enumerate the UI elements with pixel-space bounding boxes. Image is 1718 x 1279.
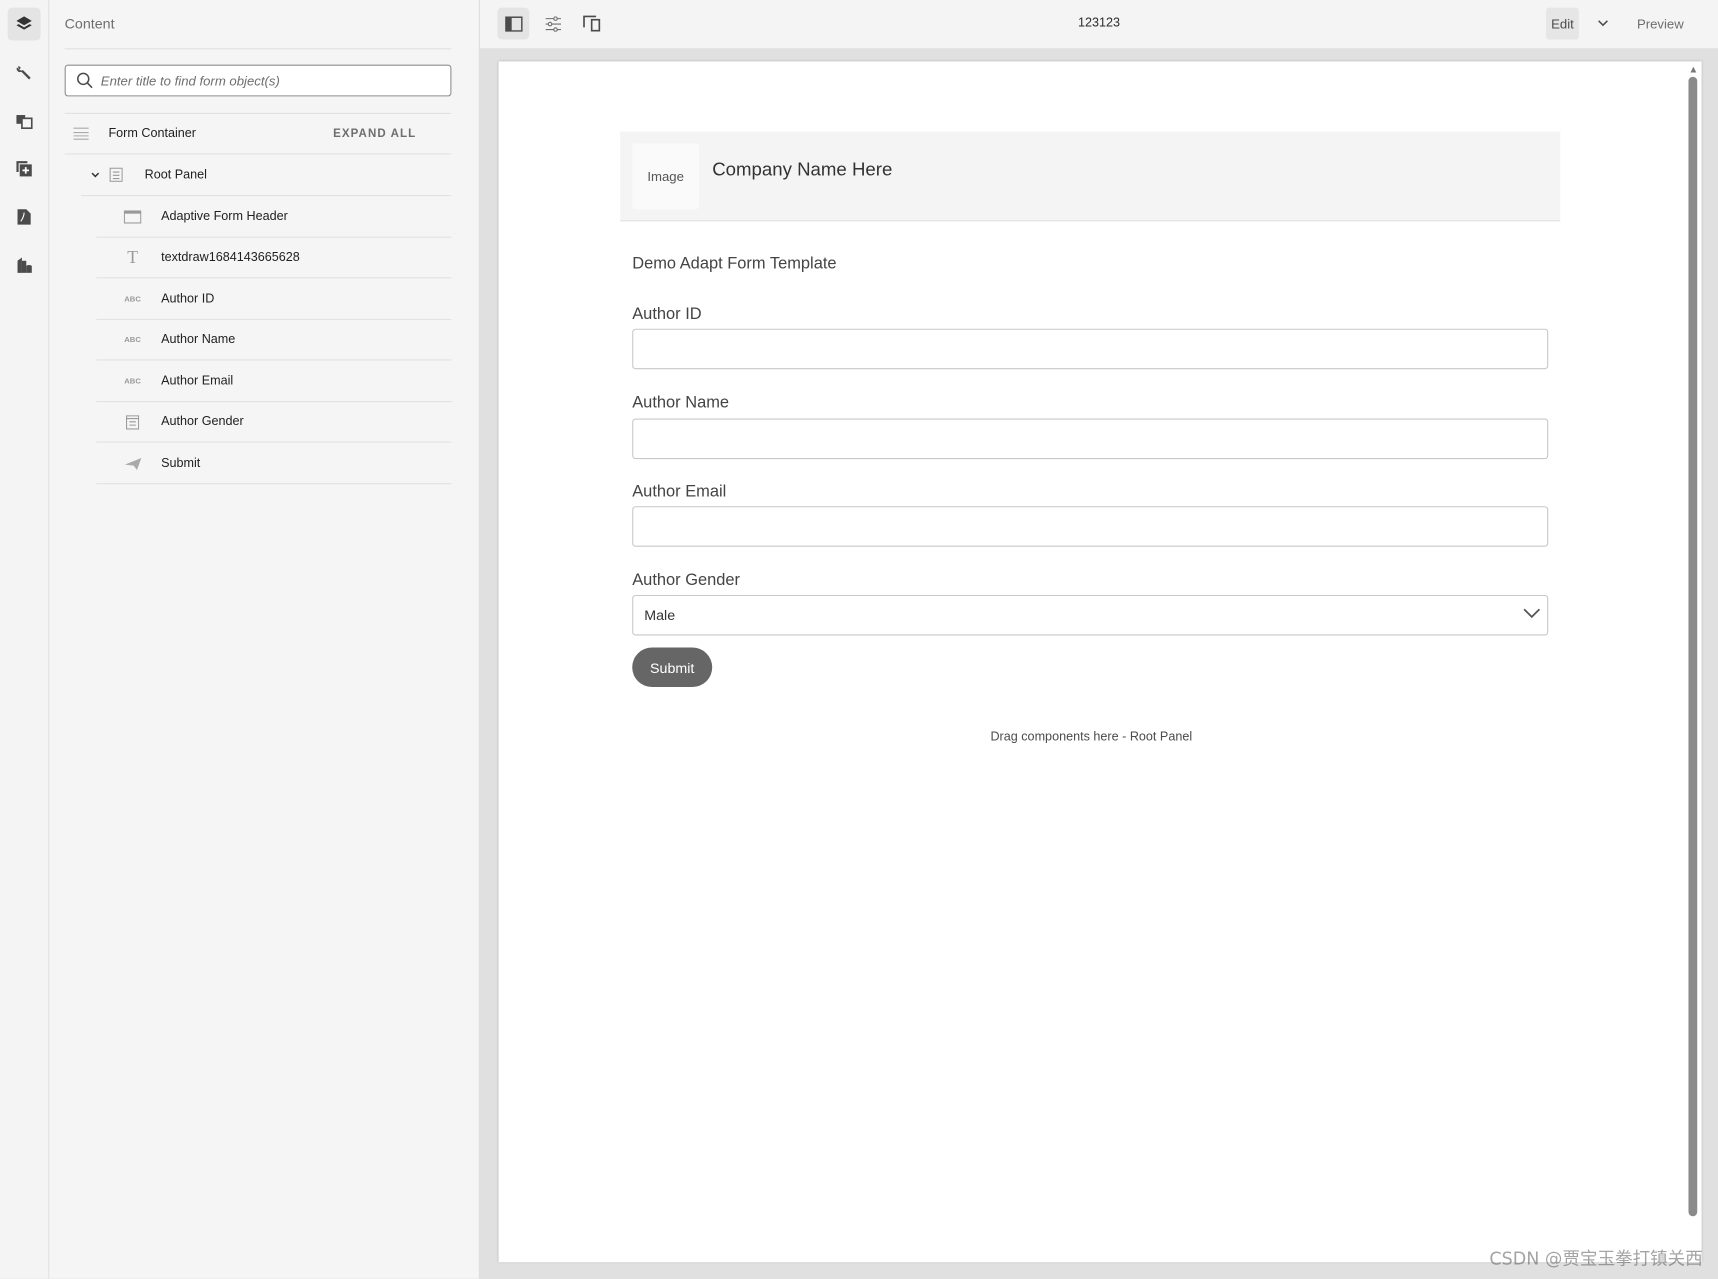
tree-item-label: Adaptive Form Header: [161, 209, 288, 223]
data-sources-button[interactable]: [8, 249, 41, 282]
send-icon: [123, 456, 143, 471]
image-placeholder-label: Image: [647, 168, 684, 185]
author-name-label: Author Name: [632, 393, 730, 412]
abc-icon: ABC: [124, 336, 141, 345]
selected-value: Male: [644, 607, 676, 624]
pdf-button[interactable]: [8, 201, 41, 234]
tree-item[interactable]: Author Gender: [96, 402, 451, 443]
submit-button[interactable]: Submit: [632, 647, 713, 688]
search-input[interactable]: [100, 65, 430, 96]
drop-zone-hint[interactable]: Drag components here - Root Panel: [499, 731, 1685, 744]
header-icon: [123, 209, 143, 224]
tree-item-label: Author Name: [161, 333, 236, 347]
divider: [64, 48, 452, 50]
panel-icon: [109, 167, 123, 182]
company-name: Company Name Here: [712, 158, 893, 180]
tree-item-label: Submit: [161, 456, 201, 470]
content-panel: Content Form Container EXPAND ALL Root P…: [49, 0, 480, 1279]
content-tree-button[interactable]: [7, 7, 41, 41]
divider: [96, 482, 452, 484]
tree-item[interactable]: Adaptive Form Header: [96, 196, 451, 237]
tree-item[interactable]: Ttextdraw1684143665628: [96, 237, 451, 278]
tree-item[interactable]: Submit: [96, 443, 451, 484]
components-button[interactable]: [8, 152, 41, 185]
data-source-icon: [17, 257, 32, 273]
author-gender-label: Author Gender: [632, 570, 741, 590]
search-field[interactable]: [64, 64, 452, 97]
logo-image-placeholder: Image: [632, 143, 700, 210]
tree-item-label: Author Email: [161, 374, 234, 388]
chevron-down-icon[interactable]: [1598, 20, 1609, 28]
expand-all-button[interactable]: EXPAND ALL: [333, 127, 416, 140]
author-name-input[interactable]: [632, 418, 1549, 460]
assets-icon: [16, 115, 33, 130]
mode-edit-button[interactable]: Edit: [1546, 7, 1579, 40]
form-canvas: ▲ Image Company Name Here Demo Adapt For…: [498, 61, 1702, 1263]
author-id-label: Author ID: [632, 304, 702, 324]
tree-item-label: textdraw1684143665628: [161, 250, 300, 265]
side-rail: [0, 0, 50, 1279]
editor-toolbar: 123123 Edit Preview: [479, 0, 1718, 49]
panel-title: Content: [64, 15, 115, 32]
author-email-input[interactable]: [632, 506, 1549, 547]
tree-item[interactable]: ABC Author Email: [96, 360, 451, 401]
assets-button[interactable]: [8, 104, 41, 137]
tree-item-label: Root Panel: [144, 168, 207, 182]
preview-button[interactable]: Preview: [1637, 16, 1684, 31]
document-title: 123123: [1077, 16, 1121, 30]
author-gender-select[interactable]: Male: [632, 594, 1549, 636]
form-header[interactable]: Image Company Name Here: [620, 131, 1561, 222]
tree-item[interactable]: ABC Author ID: [96, 278, 451, 319]
chevron-down-icon[interactable]: [91, 171, 100, 178]
author-id-input[interactable]: [632, 328, 1549, 370]
tree-item[interactable]: ABC Author Name: [96, 319, 451, 360]
scrollbar[interactable]: [1688, 76, 1698, 1217]
edit-label: Edit: [1551, 15, 1574, 32]
editor-area: 123123 Edit Preview ▲ Image Company Name…: [479, 0, 1718, 1279]
tree-item-form-container[interactable]: Form Container: [65, 113, 328, 154]
watermark: CSDN @贾宝玉拳打镇关西: [1489, 1248, 1703, 1269]
pdf-icon: [17, 209, 31, 225]
layers-icon: [16, 16, 32, 30]
abc-icon: ABC: [124, 377, 141, 386]
chevron-down-icon: [1523, 608, 1541, 619]
properties-button[interactable]: [8, 56, 41, 89]
wrench-icon: [16, 65, 31, 80]
dropdown-list-icon: [123, 415, 143, 430]
author-email-label: Author Email: [632, 482, 727, 501]
scroll-up-arrow[interactable]: ▲: [1689, 64, 1699, 75]
search-icon: [77, 72, 93, 89]
form-title-text: Demo Adapt Form Template: [632, 254, 837, 273]
tree-item-label: Author ID: [161, 292, 215, 306]
abc-icon: ABC: [124, 295, 141, 303]
tree-item-label: Author Gender: [161, 415, 244, 429]
tree-item-root-panel[interactable]: Root Panel: [91, 154, 442, 195]
form-container-icon: [73, 127, 89, 140]
add-component-icon: [16, 161, 32, 177]
text-icon: T: [127, 248, 138, 267]
tree-item-label: Form Container: [108, 126, 197, 140]
